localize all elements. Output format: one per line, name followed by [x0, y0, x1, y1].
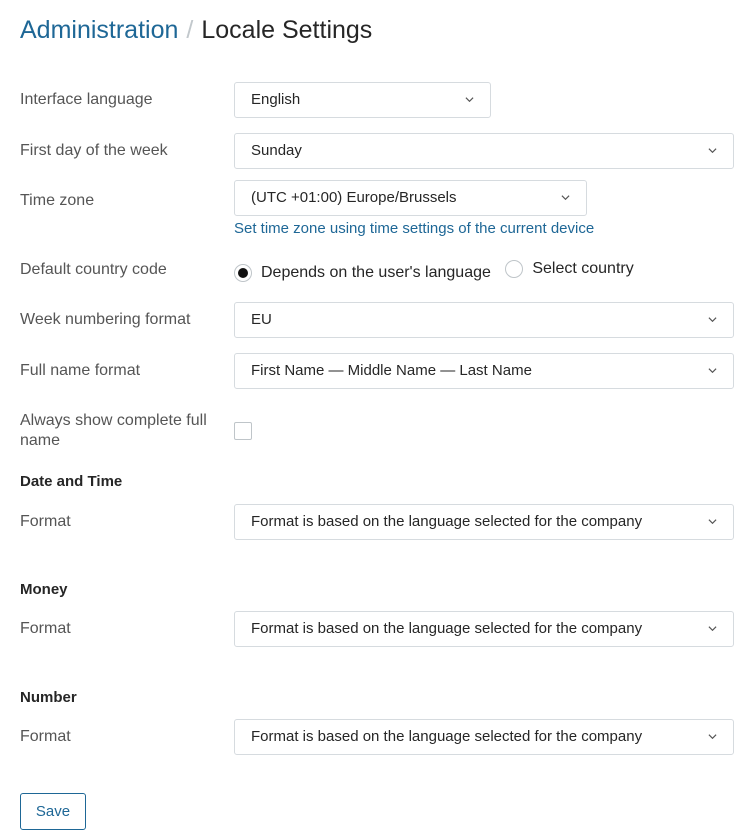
- number-heading: Number: [20, 689, 77, 706]
- page-title: Locale Settings: [201, 16, 373, 44]
- interface-language-select[interactable]: English: [234, 82, 491, 118]
- chevron-down-icon: [708, 366, 717, 375]
- first-day-value: Sunday: [251, 142, 302, 159]
- date-time-format-value: Format is based on the language selected…: [251, 513, 643, 530]
- number-format-value: Format is based on the language selected…: [251, 728, 643, 745]
- radio-select-country[interactable]: Select country: [505, 259, 634, 279]
- full-name-format-select[interactable]: First Name — Middle Name — Last Name: [234, 353, 734, 389]
- chevron-down-icon: [708, 732, 717, 741]
- device-time-zone-link[interactable]: Set time zone using time settings of the…: [234, 219, 594, 239]
- time-zone-label: Time zone: [20, 192, 95, 209]
- save-button[interactable]: Save: [20, 793, 86, 830]
- always-show-full-name-checkbox[interactable]: [234, 422, 252, 440]
- first-day-label: First day of the week: [20, 142, 168, 159]
- radio-checked-icon: [234, 264, 252, 282]
- chevron-down-icon: [561, 193, 570, 202]
- date-time-format-select[interactable]: Format is based on the language selected…: [234, 504, 734, 540]
- full-name-format-value: First Name — Middle Name — Last Name: [251, 362, 532, 379]
- week-numbering-label: Week numbering format: [20, 311, 191, 328]
- money-format-select[interactable]: Format is based on the language selected…: [234, 611, 734, 647]
- chevron-down-icon: [708, 517, 717, 526]
- time-zone-value: (UTC +01:00) Europe/Brussels: [251, 189, 457, 206]
- week-numbering-select[interactable]: EU: [234, 302, 734, 338]
- number-format-label: Format: [20, 728, 71, 745]
- first-day-select[interactable]: Sunday: [234, 133, 734, 169]
- country-code-radio-group: Depends on the user's language Select co…: [234, 259, 644, 283]
- week-numbering-value: EU: [251, 311, 272, 328]
- interface-language-value: English: [251, 91, 301, 108]
- always-show-full-name-label: Always show complete full name: [20, 412, 207, 449]
- chevron-down-icon: [708, 146, 717, 155]
- chevron-down-icon: [465, 95, 474, 104]
- country-code-label: Default country code: [20, 261, 167, 278]
- date-time-heading: Date and Time: [20, 473, 123, 490]
- date-time-format-label: Format: [20, 513, 71, 530]
- breadcrumb-separator: /: [186, 16, 194, 44]
- time-zone-select[interactable]: (UTC +01:00) Europe/Brussels: [234, 180, 587, 216]
- breadcrumb-administration[interactable]: Administration: [20, 16, 178, 44]
- page-header: Administration / Locale Settings: [20, 14, 372, 46]
- chevron-down-icon: [708, 624, 717, 633]
- money-format-value: Format is based on the language selected…: [251, 620, 643, 637]
- number-format-select[interactable]: Format is based on the language selected…: [234, 719, 734, 755]
- chevron-down-icon: [708, 315, 717, 324]
- money-format-label: Format: [20, 620, 71, 637]
- radio-label: Depends on the user's language: [261, 264, 491, 281]
- full-name-format-label: Full name format: [20, 362, 141, 379]
- radio-depends-on-language[interactable]: Depends on the user's language: [234, 263, 491, 283]
- interface-language-label: Interface language: [20, 91, 153, 108]
- radio-label: Select country: [532, 260, 634, 277]
- money-heading: Money: [20, 581, 68, 598]
- radio-unchecked-icon: [505, 260, 524, 278]
